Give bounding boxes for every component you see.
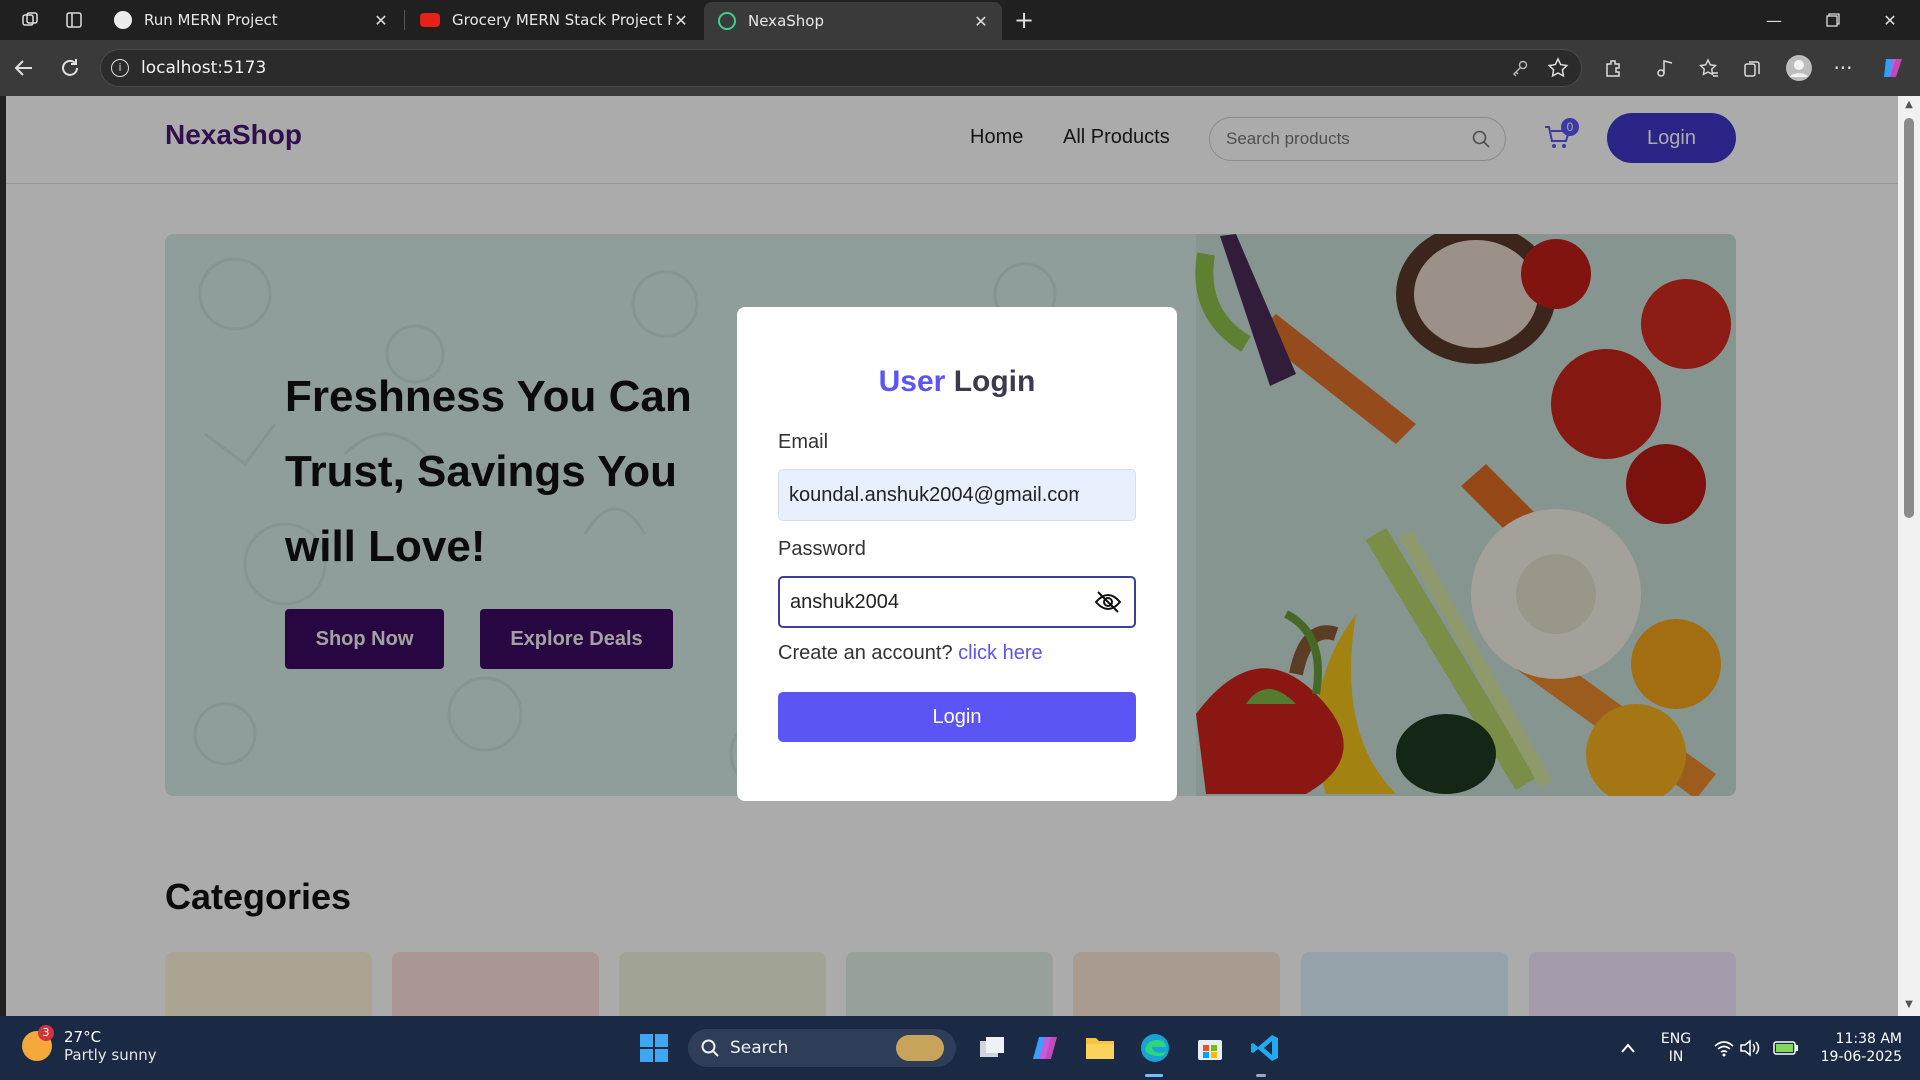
media-icon[interactable]: [1649, 52, 1681, 84]
task-view-icon[interactable]: [974, 1030, 1010, 1066]
scroll-down-arrow-icon[interactable]: ▼: [1903, 1000, 1915, 1010]
favorite-star-icon[interactable]: [1547, 57, 1569, 83]
page-scrollbar[interactable]: ▲ ▼: [1898, 96, 1920, 1016]
tab-divider: [404, 10, 405, 30]
running-app-indicator: [1256, 1074, 1266, 1077]
profile-avatar-icon[interactable]: [1783, 52, 1815, 84]
weather-condition: Partly sunny: [64, 1046, 157, 1064]
email-input[interactable]: [789, 483, 1079, 507]
eye-off-icon[interactable]: [1094, 590, 1122, 619]
active-app-indicator: [1145, 1074, 1163, 1077]
favorites-icon[interactable]: [1693, 52, 1725, 84]
login-modal: User Login Email Password Create an acco…: [737, 307, 1177, 801]
microsoft-store-icon[interactable]: [1192, 1030, 1228, 1066]
back-icon[interactable]: [8, 52, 40, 84]
close-icon[interactable]: ✕: [372, 11, 390, 30]
refresh-icon[interactable]: [54, 52, 86, 84]
more-options-icon[interactable]: ···: [1827, 52, 1859, 84]
youtube-icon: [420, 13, 440, 27]
vite-icon: [718, 12, 736, 30]
extensions-icon[interactable]: [1597, 52, 1629, 84]
weather-alert-badge: 3: [38, 1025, 54, 1041]
password-key-icon[interactable]: [1511, 59, 1529, 81]
address-bar[interactable]: i localhost:5173: [100, 49, 1582, 87]
close-icon[interactable]: ✕: [672, 11, 690, 30]
chatgpt-icon: [114, 11, 132, 29]
title-rest: Login: [953, 365, 1036, 398]
password-label: Password: [778, 538, 866, 560]
copilot-icon[interactable]: [1877, 52, 1909, 84]
browser-toolbar: i localhost:5173 ···: [0, 40, 1920, 96]
minimize-icon[interactable]: —: [1751, 0, 1797, 40]
partly-sunny-icon: 3: [22, 1025, 54, 1061]
weather-temperature: 27°C: [64, 1028, 102, 1046]
search-icon: [701, 1039, 719, 1057]
tab-title: Run MERN Project: [144, 11, 278, 29]
file-explorer-icon[interactable]: [1082, 1030, 1118, 1066]
taskbar-search-label: Search: [730, 1038, 789, 1058]
show-hidden-icons-icon[interactable]: [1610, 1030, 1646, 1066]
scroll-up-arrow-icon[interactable]: ▲: [1903, 100, 1915, 110]
vertical-tabs-icon[interactable]: [60, 6, 88, 34]
page-viewport: NexaShop Home All Products 0 Login: [6, 96, 1898, 1016]
tab-nexashop[interactable]: NexaShop ✕: [704, 2, 1002, 40]
clock-date: 19-06-2025: [1820, 1049, 1902, 1065]
login-submit-button[interactable]: Login: [778, 692, 1136, 742]
close-window-icon[interactable]: ✕: [1867, 0, 1913, 40]
clock[interactable]: 11:38 AM 19-06-2025: [1808, 1030, 1902, 1066]
tab-run-mern-project[interactable]: Run MERN Project ✕: [100, 0, 402, 40]
vscode-icon[interactable]: [1247, 1030, 1283, 1066]
volume-icon[interactable]: [1732, 1030, 1768, 1066]
new-tab-icon[interactable]: +: [1010, 6, 1038, 34]
signup-link[interactable]: click here: [958, 642, 1042, 664]
region-code: IN: [1668, 1049, 1684, 1065]
title-accent: User: [878, 365, 946, 398]
close-icon[interactable]: ✕: [972, 12, 990, 31]
site-info-icon[interactable]: i: [111, 59, 129, 77]
language-indicator[interactable]: ENG IN: [1660, 1030, 1692, 1066]
windows-start-icon[interactable]: [636, 1030, 672, 1066]
clock-time: 11:38 AM: [1835, 1031, 1902, 1047]
windows-taskbar: 3 27°C Partly sunny Search ENG IN 11:38 …: [0, 1016, 1920, 1080]
password-input[interactable]: [790, 590, 1080, 614]
tab-title: Grocery MERN Stack Project Full: [452, 11, 672, 29]
language-code: ENG: [1660, 1031, 1692, 1047]
email-field: [778, 469, 1136, 521]
weather-widget[interactable]: 3 27°C Partly sunny: [22, 1025, 157, 1064]
copilot-app-icon[interactable]: [1028, 1030, 1064, 1066]
search-highlight-icon: [896, 1035, 944, 1061]
restore-icon[interactable]: [1810, 0, 1856, 40]
browser-tab-bar: Run MERN Project ✕ Grocery MERN Stack Pr…: [0, 0, 1920, 40]
scrollbar-thumb[interactable]: [1904, 118, 1914, 518]
password-field: [778, 576, 1136, 628]
taskbar-search[interactable]: Search: [688, 1029, 956, 1067]
workspaces-icon[interactable]: [16, 6, 44, 34]
login-modal-title: User Login: [737, 365, 1177, 399]
battery-icon[interactable]: [1768, 1030, 1804, 1066]
email-label: Email: [778, 431, 829, 453]
url-text[interactable]: localhost:5173: [141, 58, 266, 78]
tab-grocery-mern-stack[interactable]: Grocery MERN Stack Project Full ✕: [406, 0, 702, 40]
collections-icon[interactable]: [1737, 52, 1769, 84]
signup-prefix: Create an account?: [778, 642, 953, 664]
tab-title: NexaShop: [748, 12, 824, 30]
signup-prompt: Create an account? click here: [778, 642, 1043, 665]
edge-browser-icon[interactable]: [1137, 1030, 1173, 1066]
